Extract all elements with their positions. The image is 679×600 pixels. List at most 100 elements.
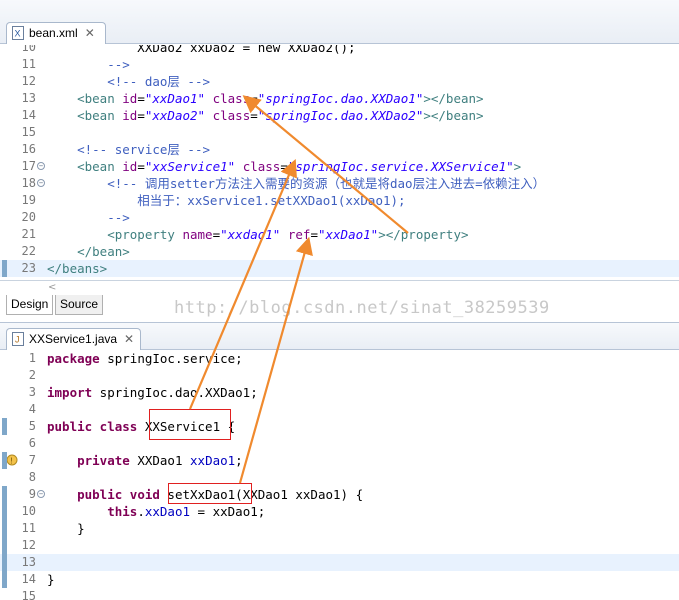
tab-design[interactable]: Design <box>6 295 54 315</box>
code-line[interactable]: 9− public void setXxDao1(XXDao1 xxDao1) … <box>0 486 679 503</box>
class-name-highlight <box>149 409 231 440</box>
code-line[interactable]: 7 private XXDao1 xxDao1; <box>0 452 679 469</box>
code-token: class <box>212 91 251 106</box>
code-token: XXDao1 <box>129 453 191 468</box>
code-token: </beans> <box>47 261 108 276</box>
line-number: 1 <box>28 351 36 365</box>
code-token: "xxDao2" <box>144 108 206 123</box>
watermark: http://blog.csdn.net/sinat_38259539 <box>174 298 550 318</box>
java-code-area[interactable]: ! 1 package springIoc.service; 2 3 import sp… <box>0 350 679 600</box>
code-token: "xxDao1" <box>317 227 379 242</box>
code-text: </beans> <box>47 260 107 277</box>
code-line[interactable]: 18− <!-- 调用setter方法注入需要的资源（也就是将dao层注入进去=… <box>0 175 679 192</box>
xml-editor-tabbar: X bean.xml ✕ <box>0 0 679 44</box>
code-line[interactable]: 12 <!-- dao层 --> <box>0 73 679 90</box>
code-text: </bean> <box>47 243 130 260</box>
code-token: id <box>122 91 138 106</box>
code-token: --> <box>47 57 130 72</box>
code-token: } <box>47 572 55 587</box>
scroll-left-icon[interactable]: < <box>48 282 56 293</box>
code-token: springIoc.dao.XXDao1; <box>92 385 258 400</box>
code-line[interactable]: 23 </beans> <box>0 260 679 277</box>
line-number: 6 <box>28 436 36 450</box>
code-text: this.xxDao1 = xxDao1; <box>47 503 265 520</box>
code-line[interactable]: 1 package springIoc.service; <box>0 350 679 367</box>
line-number: 12 <box>21 538 36 552</box>
code-line[interactable]: 11 --> <box>0 56 679 73</box>
xml-code-area[interactable]: 10 XXDao2 xxDao2 = new XXDao2(); 11 --> 12… <box>0 45 679 280</box>
tab-xxservice1-java[interactable]: J XXService1.java ✕ <box>6 328 141 351</box>
tab-bean-xml-label: bean.xml <box>29 26 78 40</box>
code-line[interactable]: 2 <box>0 367 679 384</box>
code-token: "xxdao1" <box>220 227 281 242</box>
code-token: = <box>212 227 221 242</box>
line-number: 14 <box>21 572 36 586</box>
line-number: 20 <box>21 210 36 224</box>
code-line[interactable]: 15 <box>0 124 679 141</box>
code-line[interactable]: 8 <box>0 469 679 486</box>
svg-text:X: X <box>15 29 21 39</box>
line-number: 21 <box>21 227 36 241</box>
code-token: import <box>47 385 93 400</box>
close-icon[interactable]: ✕ <box>85 23 95 43</box>
code-line[interactable]: 15 <box>0 588 679 600</box>
code-token: <bean <box>47 159 123 174</box>
change-marker <box>2 520 7 537</box>
svg-text:J: J <box>15 335 20 345</box>
change-marker <box>2 537 7 554</box>
code-token: = <box>250 108 258 123</box>
code-line[interactable]: 21 <property name="xxdao1" ref="xxDao1">… <box>0 226 679 243</box>
code-line[interactable]: 13 <box>0 554 679 571</box>
code-line[interactable]: 14 <bean id="xxDao2" class="springIoc.da… <box>0 107 679 124</box>
code-line[interactable]: 10 this.xxDao1 = xxDao1; <box>0 503 679 520</box>
code-line[interactable]: 5 public class XXService1 { <box>0 418 679 435</box>
line-number: 15 <box>21 589 36 600</box>
code-token: ; <box>235 453 243 468</box>
code-token: class <box>212 108 251 123</box>
line-number: 7 <box>28 453 36 467</box>
code-text: private XXDao1 xxDao1; <box>47 452 243 469</box>
code-line[interactable]: 14} <box>0 571 679 588</box>
line-number: 9 <box>28 487 36 501</box>
code-token: class <box>242 159 281 174</box>
line-number: 11 <box>21 57 36 71</box>
code-line[interactable]: 3 import springIoc.dao.XXDao1; <box>0 384 679 401</box>
tab-bean-xml[interactable]: X bean.xml ✕ <box>6 22 106 44</box>
change-marker <box>2 452 7 469</box>
change-marker <box>2 418 7 435</box>
close-icon[interactable]: ✕ <box>124 329 134 349</box>
code-line[interactable]: 19 相当于：xxService1.setXXDao1(xxDao1); <box>0 192 679 209</box>
code-line[interactable]: 20 --> <box>0 209 679 226</box>
fold-toggle-icon[interactable]: − <box>37 162 45 170</box>
fold-toggle-icon[interactable]: − <box>37 490 45 498</box>
code-token: <!-- dao层 --> <box>47 74 211 89</box>
xml-file-icon: X <box>12 26 24 40</box>
code-line[interactable]: 12 <box>0 537 679 554</box>
line-number: 18 <box>21 176 36 190</box>
code-line[interactable]: 11 } <box>0 520 679 537</box>
line-number: 13 <box>21 91 36 105</box>
code-line[interactable]: 16 <!-- service层 --> <box>0 141 679 158</box>
code-token: <bean <box>47 91 123 106</box>
setter-highlight <box>168 483 252 504</box>
change-marker <box>2 503 7 520</box>
tab-source[interactable]: Source <box>55 295 104 315</box>
line-number: 10 <box>21 45 36 54</box>
code-token: = <box>137 159 145 174</box>
code-line[interactable]: 4 <box>0 401 679 418</box>
code-text: <!-- service层 --> <box>47 141 210 158</box>
fold-toggle-icon[interactable]: − <box>37 179 45 187</box>
code-line[interactable]: 17− <bean id="xxService1" class="springI… <box>0 158 679 175</box>
change-marker <box>2 260 7 277</box>
code-token: xxDao1 <box>190 453 236 468</box>
code-line[interactable]: 10 XXDao2 xxDao2 = new XXDao2(); <box>0 45 679 56</box>
code-line[interactable]: 6 <box>0 435 679 452</box>
code-text: package springIoc.service; <box>47 350 243 367</box>
code-line[interactable]: 13 <bean id="xxDao1" class="springIoc.da… <box>0 90 679 107</box>
code-token: } <box>47 521 85 536</box>
code-line[interactable]: 22 </bean> <box>0 243 679 260</box>
line-number: 10 <box>21 504 36 518</box>
